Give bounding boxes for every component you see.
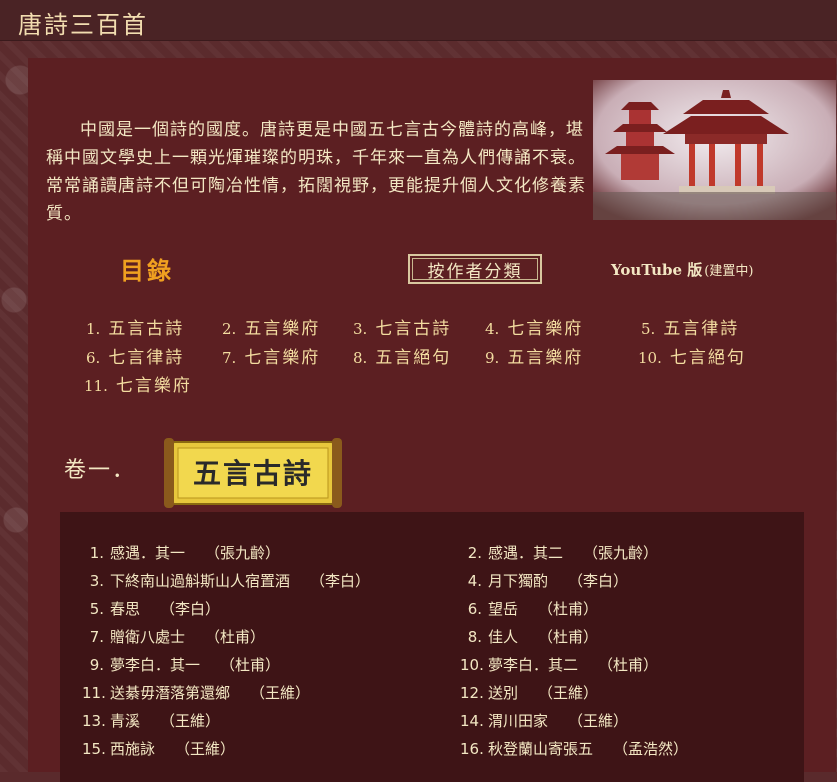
sort-by-author-button[interactable]: 按作者分類 [408, 254, 542, 284]
poem-link[interactable]: 6. 望岳 （杜甫） [460, 598, 598, 619]
poem-link[interactable]: 14. 渭川田家 （王維） [460, 710, 628, 731]
toc-item[interactable]: 2. 五言樂府 [222, 314, 320, 339]
toc-item[interactable]: 3. 七言古詩 [353, 314, 451, 339]
main-panel: 中國是一個詩的國度。唐詩更是中國五七言古今體詩的高峰，堪稱中國文學史上一顆光煇璀… [28, 58, 836, 782]
youtube-note: (建置中) [704, 264, 754, 279]
toc-item[interactable]: 11. 七言樂府 [84, 371, 192, 396]
toc-item[interactable]: 9. 五言樂府 [485, 343, 583, 368]
poem-link[interactable]: 8. 佳人 （杜甫） [460, 626, 598, 647]
poem-link[interactable]: 11. 送綦毋潛落第還鄉 （王維） [82, 682, 310, 703]
poem-link[interactable]: 3. 下終南山過斛斯山人宿置酒 （李白） [82, 570, 370, 591]
poem-link[interactable]: 5. 春思 （李白） [82, 598, 220, 619]
poem-link[interactable]: 1. 感遇．其一 （張九齡） [82, 542, 280, 563]
toc-item[interactable]: 6. 七言律詩 [86, 343, 184, 368]
poem-list: 1. 感遇．其一 （張九齡） 2. 感遇．其二 （張九齡） 3. 下終南山過斛斯山人宿置酒… [60, 512, 804, 782]
toc-item[interactable]: 5. 五言律詩 [641, 314, 739, 339]
toc-item[interactable]: 7. 七言樂府 [222, 343, 320, 368]
poem-link[interactable]: 16. 秋登蘭山寄張五 （孟浩然） [460, 738, 688, 759]
toc-list: 1. 五言古詩 2. 五言樂府 3. 七言古詩 4. 七言樂府 5. 五言律詩 6. 七言律… [28, 310, 836, 400]
toc-item[interactable]: 1. 五言古詩 [86, 314, 184, 339]
poem-link[interactable]: 2. 感遇．其二 （張九齡） [460, 542, 658, 563]
poem-link[interactable]: 12. 送別 （王維） [460, 682, 598, 703]
youtube-link[interactable]: YouTube 版 (建置中) [611, 259, 753, 280]
poem-link[interactable]: 9. 夢李白．其一 （杜甫） [82, 654, 280, 675]
scroll-banner-image: 五言古詩 [164, 438, 342, 508]
scroll-banner-text: 五言古詩 [193, 457, 313, 490]
poem-link[interactable]: 4. 月下獨酌 （李白） [460, 570, 628, 591]
toc-heading: 目錄 [120, 256, 174, 285]
toc-item[interactable]: 4. 七言樂府 [485, 314, 583, 339]
volume-label: 卷一． [64, 458, 137, 483]
header-bar: 唐詩三百首 [0, 0, 837, 41]
intro-paragraph: 中國是一個詩的國度。唐詩更是中國五七言古今體詩的高峰，堪稱中國文學史上一顆光煇璀… [46, 120, 586, 224]
toc-item[interactable]: 8. 五言絕句 [353, 343, 451, 368]
pagoda-image [593, 80, 836, 220]
poem-link[interactable]: 7. 贈衛八處士 （杜甫） [82, 626, 265, 647]
site-title: 唐詩三百首 [18, 11, 148, 39]
poem-link[interactable]: 13. 青溪 （王維） [82, 710, 220, 731]
toc-item[interactable]: 10. 七言絕句 [638, 343, 746, 368]
youtube-label: YouTube 版 [611, 261, 703, 279]
poem-link[interactable]: 15. 西施詠 （王維） [82, 738, 235, 759]
poem-link[interactable]: 10. 夢李白．其二 （杜甫） [460, 654, 658, 675]
